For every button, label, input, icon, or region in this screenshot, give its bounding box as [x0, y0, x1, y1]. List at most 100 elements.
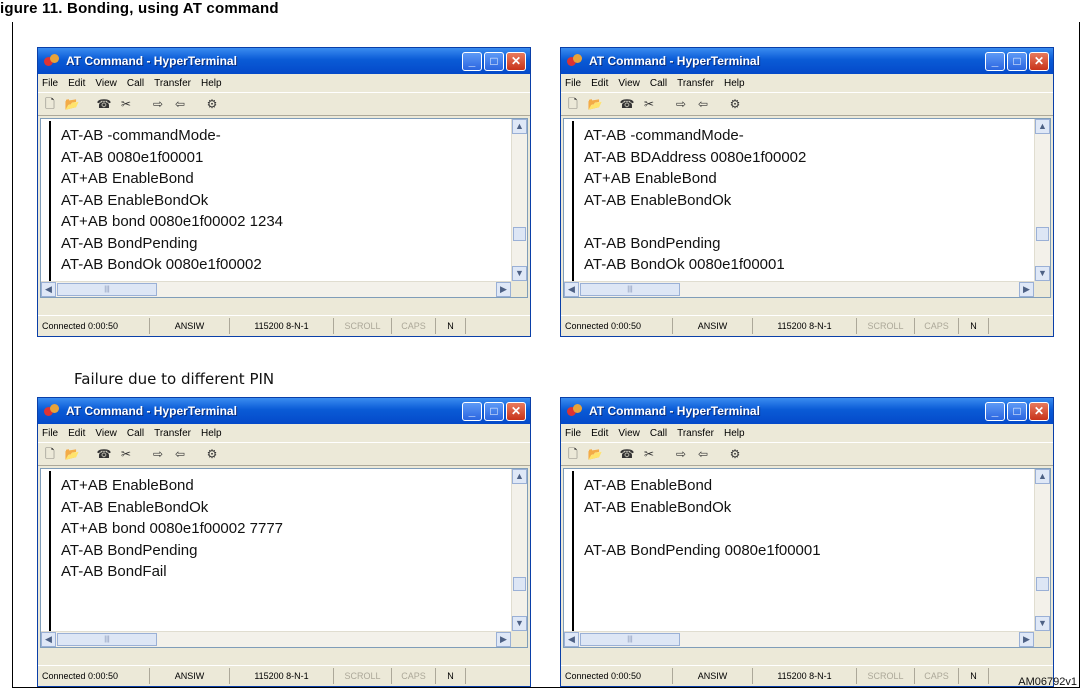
terminal-area[interactable]: AT-AB -commandMode- AT-AB 0080e1f00001 AT+…: [40, 118, 528, 298]
send-icon[interactable]: ⇨: [673, 447, 689, 461]
close-button[interactable]: ✕: [506, 51, 526, 71]
disconnect-icon[interactable]: ✂: [118, 97, 134, 111]
vertical-scrollbar[interactable]: ▲ ▼: [1034, 469, 1050, 631]
minimize-button[interactable]: _: [462, 401, 482, 421]
scroll-down-icon[interactable]: ▼: [512, 616, 527, 631]
properties-icon[interactable]: ⚙: [727, 97, 743, 111]
minimize-button[interactable]: _: [985, 51, 1005, 71]
close-button[interactable]: ✕: [1029, 51, 1049, 71]
scroll-thumb[interactable]: [513, 227, 526, 241]
properties-icon[interactable]: ⚙: [204, 97, 220, 111]
receive-icon[interactable]: ⇦: [172, 447, 188, 461]
menu-help[interactable]: Help: [724, 428, 745, 439]
scroll-thumb[interactable]: [1036, 227, 1049, 241]
scroll-thumb[interactable]: [1036, 577, 1049, 591]
minimize-button[interactable]: _: [462, 51, 482, 71]
maximize-button[interactable]: □: [484, 51, 504, 71]
terminal-area[interactable]: AT-AB -commandMode- AT-AB BDAddress 0080e…: [563, 118, 1051, 298]
close-button[interactable]: ✕: [1029, 401, 1049, 421]
call-icon[interactable]: ☎: [96, 447, 112, 461]
terminal-area[interactable]: AT-AB EnableBond AT-AB EnableBondOk AT-AB…: [563, 468, 1051, 648]
menu-file[interactable]: File: [565, 78, 581, 89]
properties-icon[interactable]: ⚙: [727, 447, 743, 461]
horizontal-scroll-thumb[interactable]: |||: [57, 633, 157, 646]
menu-edit[interactable]: Edit: [591, 78, 608, 89]
menu-file[interactable]: File: [42, 78, 58, 89]
open-folder-icon[interactable]: 📂: [587, 97, 603, 111]
disconnect-icon[interactable]: ✂: [641, 97, 657, 111]
call-icon[interactable]: ☎: [619, 447, 635, 461]
title-bar[interactable]: AT Command - HyperTerminal _ □ ✕: [38, 398, 530, 424]
resize-grip-icon[interactable]: [989, 318, 999, 334]
horizontal-scrollbar[interactable]: ◀ ||| ▶: [564, 281, 1034, 297]
maximize-button[interactable]: □: [1007, 401, 1027, 421]
horizontal-scroll-thumb[interactable]: |||: [580, 633, 680, 646]
menu-call[interactable]: Call: [650, 78, 667, 89]
menu-transfer[interactable]: Transfer: [154, 428, 191, 439]
horizontal-scrollbar[interactable]: ◀ ||| ▶: [41, 631, 511, 647]
scroll-left-icon[interactable]: ◀: [564, 632, 579, 647]
menu-edit[interactable]: Edit: [68, 428, 85, 439]
title-bar[interactable]: AT Command - HyperTerminal _ □ ✕: [38, 48, 530, 74]
resize-grip-icon[interactable]: [466, 318, 476, 334]
new-file-icon[interactable]: 🗋: [565, 97, 581, 111]
open-folder-icon[interactable]: 📂: [64, 447, 80, 461]
disconnect-icon[interactable]: ✂: [118, 447, 134, 461]
menu-view[interactable]: View: [618, 428, 640, 439]
properties-icon[interactable]: ⚙: [204, 447, 220, 461]
menu-view[interactable]: View: [95, 428, 117, 439]
receive-icon[interactable]: ⇦: [172, 97, 188, 111]
menu-transfer[interactable]: Transfer: [154, 78, 191, 89]
maximize-button[interactable]: □: [1007, 51, 1027, 71]
horizontal-scrollbar[interactable]: ◀ ||| ▶: [564, 631, 1034, 647]
scroll-up-icon[interactable]: ▲: [512, 469, 527, 484]
menu-edit[interactable]: Edit: [68, 78, 85, 89]
menu-call[interactable]: Call: [127, 78, 144, 89]
resize-grip-icon[interactable]: [466, 668, 476, 684]
menu-file[interactable]: File: [565, 428, 581, 439]
menu-help[interactable]: Help: [201, 428, 222, 439]
scroll-right-icon[interactable]: ▶: [496, 282, 511, 297]
horizontal-scroll-thumb[interactable]: |||: [580, 283, 680, 296]
scroll-up-icon[interactable]: ▲: [1035, 119, 1050, 134]
scroll-left-icon[interactable]: ◀: [41, 632, 56, 647]
vertical-scrollbar[interactable]: ▲ ▼: [1034, 119, 1050, 281]
open-folder-icon[interactable]: 📂: [64, 97, 80, 111]
send-icon[interactable]: ⇨: [150, 97, 166, 111]
receive-icon[interactable]: ⇦: [695, 447, 711, 461]
horizontal-scrollbar[interactable]: ◀ ||| ▶: [41, 281, 511, 297]
scroll-right-icon[interactable]: ▶: [496, 632, 511, 647]
menu-transfer[interactable]: Transfer: [677, 428, 714, 439]
new-file-icon[interactable]: 🗋: [565, 447, 581, 461]
call-icon[interactable]: ☎: [96, 97, 112, 111]
scroll-left-icon[interactable]: ◀: [41, 282, 56, 297]
new-file-icon[interactable]: 🗋: [42, 97, 58, 111]
receive-icon[interactable]: ⇦: [695, 97, 711, 111]
menu-edit[interactable]: Edit: [591, 428, 608, 439]
title-bar[interactable]: AT Command - HyperTerminal _ □ ✕: [561, 398, 1053, 424]
scroll-up-icon[interactable]: ▲: [1035, 469, 1050, 484]
send-icon[interactable]: ⇨: [673, 97, 689, 111]
send-icon[interactable]: ⇨: [150, 447, 166, 461]
menu-transfer[interactable]: Transfer: [677, 78, 714, 89]
menu-file[interactable]: File: [42, 428, 58, 439]
scroll-right-icon[interactable]: ▶: [1019, 632, 1034, 647]
menu-help[interactable]: Help: [724, 78, 745, 89]
close-button[interactable]: ✕: [506, 401, 526, 421]
new-file-icon[interactable]: 🗋: [42, 447, 58, 461]
scroll-thumb[interactable]: [513, 577, 526, 591]
horizontal-scroll-thumb[interactable]: |||: [57, 283, 157, 296]
menu-call[interactable]: Call: [650, 428, 667, 439]
minimize-button[interactable]: _: [985, 401, 1005, 421]
menu-view[interactable]: View: [618, 78, 640, 89]
disconnect-icon[interactable]: ✂: [641, 447, 657, 461]
menu-call[interactable]: Call: [127, 428, 144, 439]
vertical-scrollbar[interactable]: ▲ ▼: [511, 469, 527, 631]
resize-grip-icon[interactable]: [989, 668, 999, 684]
menu-view[interactable]: View: [95, 78, 117, 89]
title-bar[interactable]: AT Command - HyperTerminal _ □ ✕: [561, 48, 1053, 74]
menu-help[interactable]: Help: [201, 78, 222, 89]
vertical-scrollbar[interactable]: ▲ ▼: [511, 119, 527, 281]
scroll-down-icon[interactable]: ▼: [1035, 616, 1050, 631]
maximize-button[interactable]: □: [484, 401, 504, 421]
